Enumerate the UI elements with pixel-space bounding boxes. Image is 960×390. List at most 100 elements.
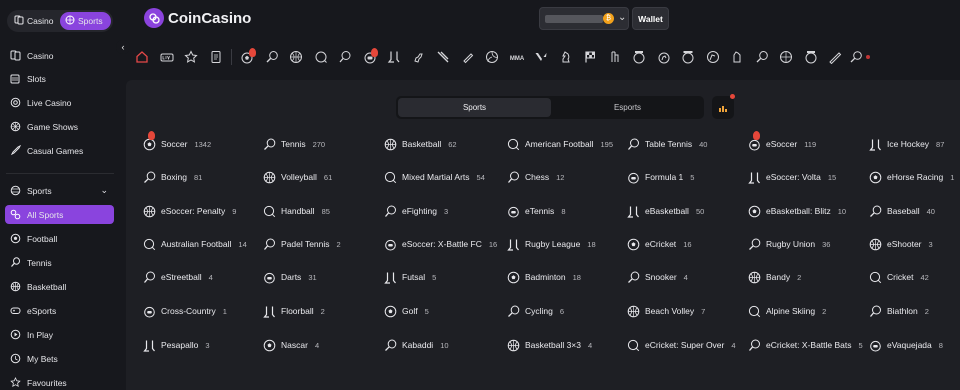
sport-item[interactable]: Bandy 2 (747, 268, 801, 286)
esoccer-penalty-icon[interactable] (676, 45, 701, 69)
sport-item[interactable]: Golf 5 (383, 302, 429, 320)
sidebar-item-football[interactable]: Football (5, 229, 114, 248)
casino-mode-button[interactable]: Casino (9, 12, 59, 30)
sidebar-item-basketball[interactable]: Basketball (5, 277, 114, 296)
sport-item[interactable]: eCricket: Super Over 4 (626, 336, 736, 354)
sport-item[interactable]: eShooter 3 (868, 235, 933, 253)
sidebar-item-game-shows[interactable]: Game Shows (5, 117, 114, 136)
sport-item[interactable]: eSoccer: X-Battle FC 16 (383, 235, 497, 253)
sidebar-item-sports[interactable]: Sports ⌄ (5, 181, 114, 200)
etennis-icon[interactable] (750, 45, 775, 69)
sport-item[interactable]: Futsal 5 (383, 268, 436, 286)
sport-item[interactable]: Volleyball 61 (262, 168, 332, 186)
padel-icon[interactable] (848, 45, 873, 69)
sport-item[interactable]: Baseball 40 (868, 202, 935, 220)
sidebar-item-favourites[interactable]: Favourites (5, 373, 114, 390)
ice-hockey-icon[interactable] (382, 45, 407, 69)
sport-item[interactable]: Kabaddi 10 (383, 336, 449, 354)
star-icon[interactable] (179, 45, 204, 69)
sport-item[interactable]: Basketball 3×3 4 (506, 336, 592, 354)
sport-item[interactable]: Tennis 270 (262, 135, 325, 153)
betslip-icon[interactable] (204, 45, 229, 69)
table-tennis-icon[interactable] (333, 45, 358, 69)
sport-item[interactable]: Nascar 4 (262, 336, 319, 354)
ebasketball-blitz-icon[interactable] (799, 45, 824, 69)
sport-item[interactable]: Badminton 18 (506, 268, 581, 286)
tab-esports[interactable]: Esports (551, 98, 704, 117)
mma-icon[interactable]: MMA (505, 45, 530, 69)
sport-item[interactable]: American Football 195 (506, 135, 613, 153)
sports-mode-button[interactable]: Sports (60, 12, 111, 30)
sport-item[interactable]: Basketball 62 (383, 135, 457, 153)
sport-item[interactable]: Biathlon 2 (868, 302, 929, 320)
stats-button[interactable] (712, 94, 735, 119)
sidebar-item-esports[interactable]: eSports (5, 301, 114, 320)
logo[interactable]: CoinCasino (144, 8, 251, 28)
wallet-button[interactable]: Wallet (632, 7, 669, 30)
sport-item[interactable]: Padel Tennis 2 (262, 235, 341, 253)
sport-item[interactable]: Handball 85 (262, 202, 330, 220)
sport-item[interactable]: eSoccer: Penalty 9 (142, 202, 236, 220)
boxing-icon[interactable] (407, 45, 432, 69)
sidebar-item-my-bets[interactable]: My Bets (5, 349, 114, 368)
sport-item[interactable]: Beach Volley 7 (626, 302, 705, 320)
sport-item[interactable]: Pesapallo 3 (142, 336, 210, 354)
basketball-icon[interactable] (284, 45, 309, 69)
american-football-icon[interactable] (309, 45, 334, 69)
home-icon[interactable] (130, 45, 155, 69)
sidebar-item-casino[interactable]: Casino (5, 46, 114, 65)
sport-item[interactable]: eHorse Racing 1 (868, 168, 954, 186)
live-icon[interactable] (155, 45, 180, 69)
esoccer-volta-icon[interactable] (627, 45, 652, 69)
sport-item[interactable]: Cycling 6 (506, 302, 564, 320)
volleyball-icon[interactable] (480, 45, 505, 69)
esoccer-icon[interactable] (358, 45, 383, 69)
sport-item[interactable]: Alpine Skiing 2 (747, 302, 826, 320)
sidebar-item-tennis[interactable]: Tennis (5, 253, 114, 272)
sport-item[interactable]: eCricket 16 (626, 235, 692, 253)
sport-item[interactable]: eCricket: X-Battle Bats 5 (747, 336, 863, 354)
soccer-icon[interactable] (235, 45, 260, 69)
baseball-icon[interactable] (823, 45, 848, 69)
formula-flag-icon[interactable] (578, 45, 603, 69)
sport-item[interactable]: Mixed Martial Arts 54 (383, 168, 485, 186)
valorant-icon[interactable] (529, 45, 554, 69)
sport-item[interactable]: eVaquejada 8 (868, 336, 943, 354)
slash-sport-icon[interactable] (431, 45, 456, 69)
sport-item[interactable]: eSoccer 119 (747, 131, 816, 153)
chess-icon[interactable] (554, 45, 579, 69)
sport-item[interactable]: Cricket 42 (868, 268, 929, 286)
sport-item[interactable]: eSoccer: Volta 15 (747, 168, 836, 186)
sport-item[interactable]: Table Tennis 40 (626, 135, 707, 153)
ebasketball-icon[interactable] (774, 45, 799, 69)
darts-icon[interactable] (603, 45, 628, 69)
sport-item[interactable]: Boxing 81 (142, 168, 202, 186)
tennis-icon[interactable] (260, 45, 285, 69)
sidebar-item-all-sports[interactable]: All Sports (5, 205, 114, 224)
sport-item[interactable]: eStreetball 4 (142, 268, 213, 286)
sidebar-item-slots[interactable]: Slots (5, 69, 114, 88)
sport-item[interactable]: Floorball 2 (262, 302, 325, 320)
sport-item[interactable]: eBasketball: Blitz 10 (747, 202, 846, 220)
balance-dropdown[interactable]: ₿ ⌄ (539, 7, 629, 30)
sport-item[interactable]: Formula 1 5 (626, 168, 694, 186)
ehorse-icon[interactable] (652, 45, 677, 69)
sport-item[interactable]: Ice Hockey 87 (868, 135, 944, 153)
sport-item[interactable]: Rugby Union 36 (747, 235, 830, 253)
sport-item[interactable]: Cross-Country 1 (142, 302, 227, 320)
bat-icon[interactable] (456, 45, 481, 69)
efighting-icon[interactable] (725, 45, 750, 69)
sport-item[interactable]: Rugby League 18 (506, 235, 596, 253)
sidebar-item-live-casino[interactable]: Live Casino (5, 93, 114, 112)
collapse-sidebar-button[interactable]: ‹ (116, 40, 130, 54)
sport-item[interactable]: Snooker 4 (626, 268, 688, 286)
sport-item[interactable]: Soccer 1342 (142, 131, 211, 153)
sport-item[interactable]: eBasketball 50 (626, 202, 704, 220)
sidebar-item-in-play[interactable]: In Play (5, 325, 114, 344)
sport-item[interactable]: Australian Football 14 (142, 235, 247, 253)
tab-sports[interactable]: Sports (398, 98, 551, 117)
sidebar-item-casual-games[interactable]: Casual Games (5, 141, 114, 160)
sport-item[interactable]: Darts 31 (262, 268, 317, 286)
sport-item[interactable]: eTennis 8 (506, 202, 565, 220)
handball-icon[interactable] (701, 45, 726, 69)
